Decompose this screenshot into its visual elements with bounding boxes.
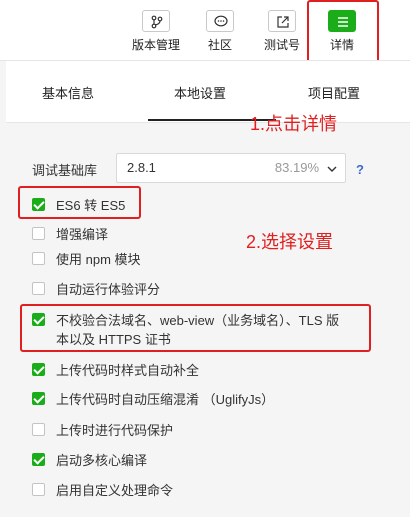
test-account-button[interactable]: 测试号 xyxy=(252,8,312,53)
version-management-button[interactable]: 版本管理 xyxy=(126,8,186,53)
checkbox[interactable] xyxy=(32,363,45,376)
checkbox[interactable] xyxy=(32,227,45,240)
option-label: 增强编译 xyxy=(56,227,109,242)
tab-local-settings[interactable]: 本地设置 xyxy=(174,83,226,102)
community-button[interactable]: 社区 xyxy=(190,8,250,53)
option-label: 启用自定义处理命令 xyxy=(56,483,174,498)
external-link-icon xyxy=(268,10,296,32)
es6-highlight-box xyxy=(18,186,141,219)
domain-check-highlight-box xyxy=(20,304,371,352)
debug-library-label: 调试基础库 xyxy=(32,163,98,178)
version-management-label: 版本管理 xyxy=(131,38,180,52)
chat-bubble-icon xyxy=(206,10,234,32)
help-link[interactable]: ? xyxy=(356,162,364,177)
debug-library-percent: 83.19% xyxy=(274,160,319,175)
option-label: 上传代码时样式自动补全 xyxy=(56,363,200,378)
annotation-step2: 2.选择设置 xyxy=(246,232,334,252)
debug-library-row: 调试基础库 2.8.1 83.19% xyxy=(32,153,372,188)
option-label: 自动运行体验评分 xyxy=(56,282,161,297)
tab-bar: 基本信息 本地设置 项目配置 xyxy=(6,61,410,123)
tab-basic-info[interactable]: 基本信息 xyxy=(42,83,94,102)
details-highlight-box xyxy=(307,0,379,64)
checkbox[interactable] xyxy=(32,252,45,265)
chevron-down-icon xyxy=(327,162,337,177)
checkbox[interactable] xyxy=(32,282,45,295)
community-label: 社区 xyxy=(207,38,232,52)
option-label: 上传代码时自动压缩混淆 （UglifyJs） xyxy=(56,392,275,407)
option-label: 启动多核心编译 xyxy=(56,453,148,468)
checkbox[interactable] xyxy=(32,483,45,496)
test-account-label: 测试号 xyxy=(263,38,300,52)
tab-project-config[interactable]: 项目配置 xyxy=(308,83,360,102)
checkbox[interactable] xyxy=(32,423,45,436)
checkbox[interactable] xyxy=(32,453,45,466)
option-label: 使用 npm 模块 xyxy=(56,252,141,267)
debug-library-version: 2.8.1 xyxy=(127,160,156,175)
debug-library-select[interactable]: 2.8.1 83.19% xyxy=(116,153,346,183)
annotation-step1: 1.点击详情 xyxy=(250,114,338,134)
option-label: 上传时进行代码保护 xyxy=(56,423,174,438)
checkbox[interactable] xyxy=(32,392,45,405)
branch-icon xyxy=(142,10,170,32)
